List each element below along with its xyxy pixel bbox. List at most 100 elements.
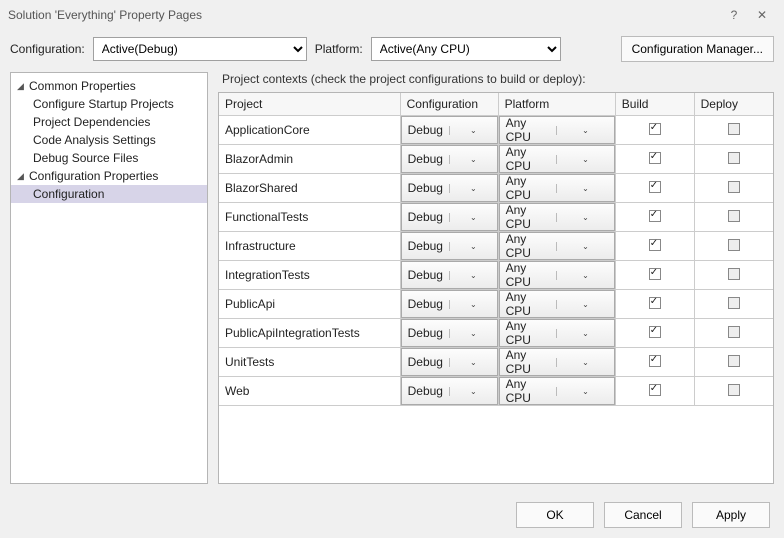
cell-build[interactable]	[615, 203, 694, 232]
apply-button[interactable]: Apply	[692, 502, 770, 528]
cell-deploy[interactable]	[694, 203, 773, 232]
checkbox[interactable]	[649, 152, 661, 164]
cell-configuration[interactable]: Debug⌄	[400, 145, 498, 174]
checkbox[interactable]	[649, 355, 661, 367]
cell-platform[interactable]: Any CPU⌄	[498, 348, 615, 377]
cell-deploy[interactable]	[694, 174, 773, 203]
checkbox[interactable]	[649, 239, 661, 251]
chevron-down-icon: ⌄	[449, 387, 497, 396]
checkbox[interactable]	[649, 384, 661, 396]
cell-platform[interactable]: Any CPU⌄	[498, 232, 615, 261]
cell-build[interactable]	[615, 232, 694, 261]
cell-configuration[interactable]: Debug⌄	[400, 377, 498, 406]
checkbox[interactable]	[728, 152, 740, 164]
cell-configuration[interactable]: Debug⌄	[400, 290, 498, 319]
checkbox[interactable]	[728, 210, 740, 222]
tree-node-configuration[interactable]: Configuration	[11, 185, 207, 203]
cell-configuration[interactable]: Debug⌄	[400, 174, 498, 203]
checkbox[interactable]	[649, 181, 661, 193]
cell-configuration[interactable]: Debug⌄	[400, 203, 498, 232]
window-title: Solution 'Everything' Property Pages	[8, 8, 202, 22]
checkbox[interactable]	[728, 297, 740, 309]
cell-configuration[interactable]: Debug⌄	[400, 319, 498, 348]
platform-select[interactable]: Active(Any CPU)	[371, 37, 561, 61]
cell-platform[interactable]: Any CPU⌄	[498, 116, 615, 145]
cell-project: BlazorShared	[219, 174, 400, 203]
cell-build[interactable]	[615, 290, 694, 319]
cell-deploy[interactable]	[694, 319, 773, 348]
checkbox[interactable]	[649, 210, 661, 222]
checkbox[interactable]	[728, 326, 740, 338]
cell-build[interactable]	[615, 145, 694, 174]
tree-node-common-properties[interactable]: ◢ Common Properties	[11, 77, 207, 95]
cell-deploy[interactable]	[694, 348, 773, 377]
cell-configuration[interactable]: Debug⌄	[400, 232, 498, 261]
tree-node-code-analysis-settings[interactable]: Code Analysis Settings	[11, 131, 207, 149]
chevron-down-icon: ⌄	[556, 358, 614, 367]
tree-node-configure-startup-projects[interactable]: Configure Startup Projects	[11, 95, 207, 113]
table-row: ApplicationCoreDebug⌄Any CPU⌄	[219, 116, 773, 145]
configuration-select[interactable]: Active(Debug)	[93, 37, 307, 61]
configuration-manager-button[interactable]: Configuration Manager...	[621, 36, 774, 62]
checkbox[interactable]	[649, 268, 661, 280]
checkbox[interactable]	[728, 355, 740, 367]
cell-deploy[interactable]	[694, 290, 773, 319]
chevron-down-icon: ⌄	[556, 300, 614, 309]
checkbox[interactable]	[728, 384, 740, 396]
cell-project: PublicApiIntegrationTests	[219, 319, 400, 348]
cell-build[interactable]	[615, 319, 694, 348]
tree-node-project-dependencies[interactable]: Project Dependencies	[11, 113, 207, 131]
cell-configuration[interactable]: Debug⌄	[400, 348, 498, 377]
cell-build[interactable]	[615, 116, 694, 145]
checkbox[interactable]	[649, 123, 661, 135]
cell-project: FunctionalTests	[219, 203, 400, 232]
platform-label: Platform:	[315, 42, 363, 56]
table-row: BlazorAdminDebug⌄Any CPU⌄	[219, 145, 773, 174]
cell-project: PublicApi	[219, 290, 400, 319]
help-icon[interactable]: ?	[720, 8, 748, 22]
ok-button[interactable]: OK	[516, 502, 594, 528]
cell-deploy[interactable]	[694, 116, 773, 145]
close-icon[interactable]: ✕	[748, 8, 776, 22]
cell-platform[interactable]: Any CPU⌄	[498, 377, 615, 406]
cancel-button[interactable]: Cancel	[604, 502, 682, 528]
cell-deploy[interactable]	[694, 145, 773, 174]
cell-build[interactable]	[615, 377, 694, 406]
checkbox[interactable]	[649, 326, 661, 338]
cell-platform[interactable]: Any CPU⌄	[498, 174, 615, 203]
cell-project: Infrastructure	[219, 232, 400, 261]
cell-deploy[interactable]	[694, 232, 773, 261]
col-platform[interactable]: Platform	[498, 93, 615, 116]
checkbox[interactable]	[728, 268, 740, 280]
col-deploy[interactable]: Deploy	[694, 93, 773, 116]
cell-project: UnitTests	[219, 348, 400, 377]
col-project[interactable]: Project	[219, 93, 400, 116]
cell-build[interactable]	[615, 174, 694, 203]
chevron-down-icon: ⌄	[556, 184, 614, 193]
cell-platform[interactable]: Any CPU⌄	[498, 203, 615, 232]
cell-platform[interactable]: Any CPU⌄	[498, 261, 615, 290]
cell-configuration[interactable]: Debug⌄	[400, 261, 498, 290]
checkbox[interactable]	[649, 297, 661, 309]
cell-configuration[interactable]: Debug⌄	[400, 116, 498, 145]
checkbox[interactable]	[728, 181, 740, 193]
chevron-down-icon: ⌄	[449, 213, 497, 222]
checkbox[interactable]	[728, 123, 740, 135]
cell-build[interactable]	[615, 261, 694, 290]
tree-node-configuration-properties[interactable]: ◢ Configuration Properties	[11, 167, 207, 185]
tree-node-debug-source-files[interactable]: Debug Source Files	[11, 149, 207, 167]
col-build[interactable]: Build	[615, 93, 694, 116]
nav-tree: ◢ Common Properties Configure Startup Pr…	[10, 72, 208, 484]
dialog-footer: OK Cancel Apply	[0, 492, 784, 538]
col-configuration[interactable]: Configuration	[400, 93, 498, 116]
cell-platform[interactable]: Any CPU⌄	[498, 290, 615, 319]
checkbox[interactable]	[728, 239, 740, 251]
cell-build[interactable]	[615, 348, 694, 377]
cell-platform[interactable]: Any CPU⌄	[498, 319, 615, 348]
chevron-down-icon: ◢	[17, 81, 27, 92]
chevron-down-icon: ⌄	[449, 155, 497, 164]
cell-deploy[interactable]	[694, 261, 773, 290]
cell-platform[interactable]: Any CPU⌄	[498, 145, 615, 174]
table-row: PublicApiDebug⌄Any CPU⌄	[219, 290, 773, 319]
cell-deploy[interactable]	[694, 377, 773, 406]
